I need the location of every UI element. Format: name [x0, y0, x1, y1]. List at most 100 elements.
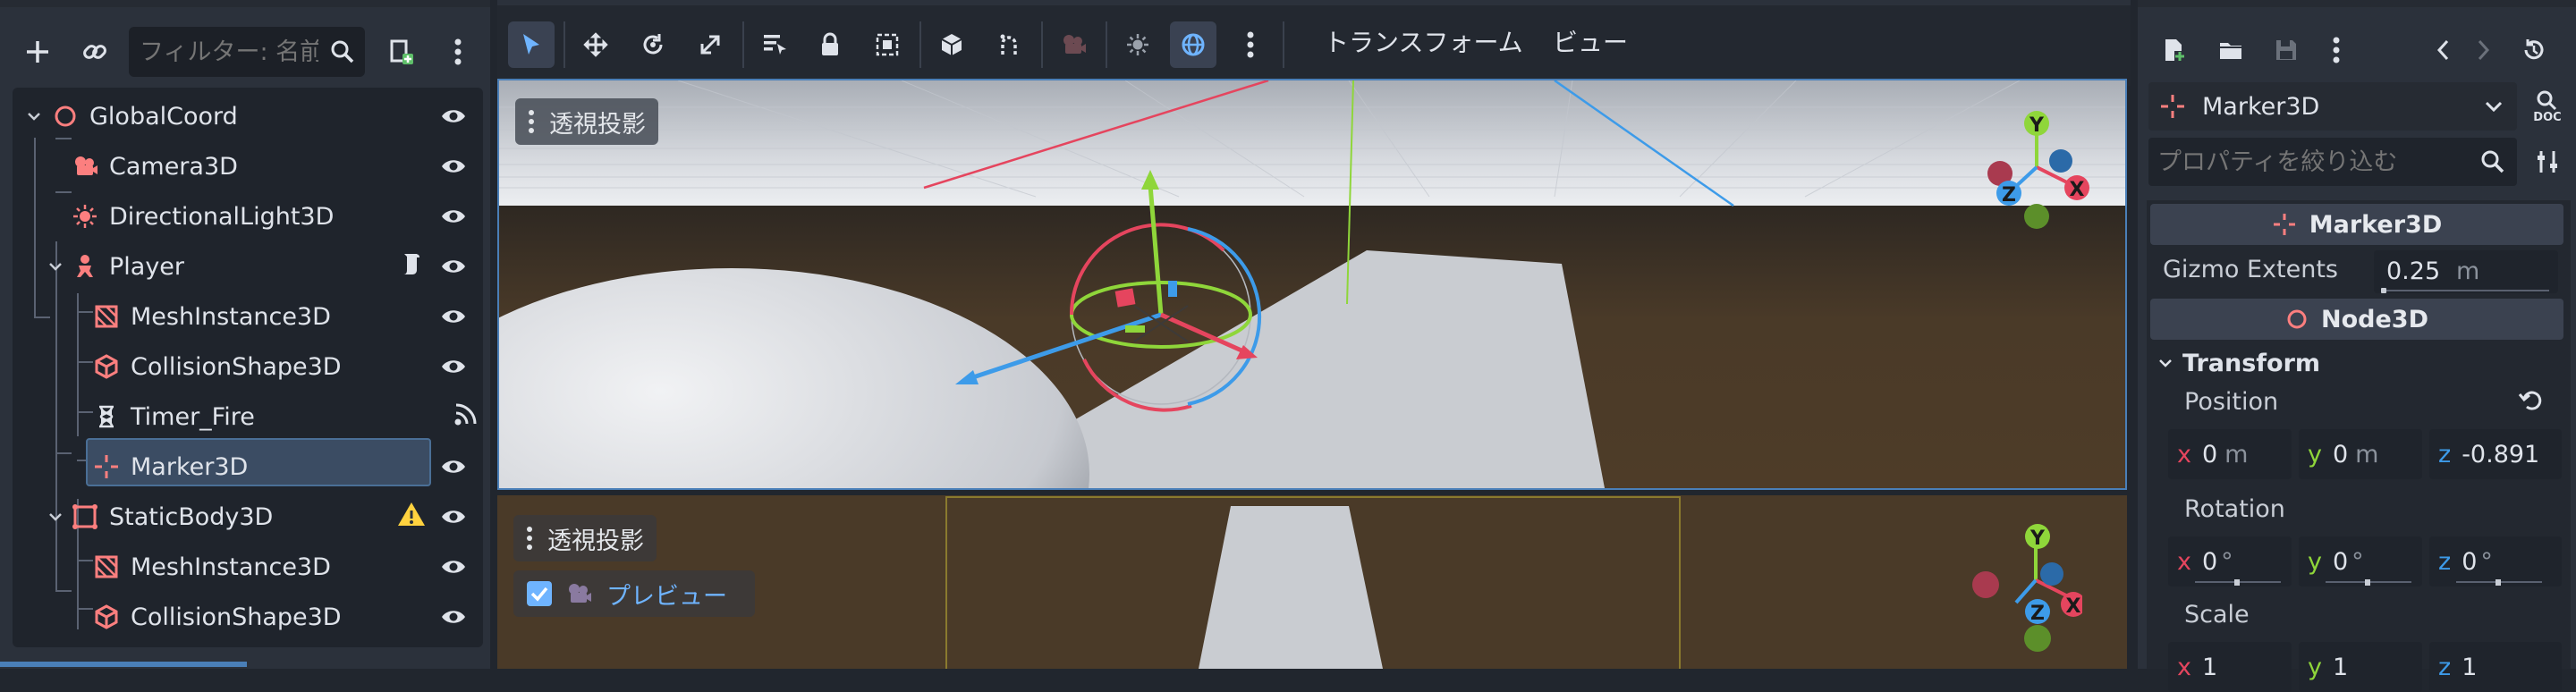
- mesh-icon: [95, 555, 118, 578]
- position-y-field[interactable]: y0m: [2299, 429, 2422, 479]
- mesh-icon: [95, 305, 118, 328]
- chevron-down-icon[interactable]: [25, 107, 43, 125]
- revert-icon[interactable]: [2517, 386, 2546, 415]
- node-selector[interactable]: Marker3D: [2148, 82, 2517, 131]
- scene-menu-button[interactable]: [433, 27, 483, 77]
- visibility-toggle[interactable]: [438, 151, 469, 181]
- scale-z-field[interactable]: z1: [2429, 642, 2562, 692]
- inspector-tools-button[interactable]: [2524, 138, 2571, 186]
- rotation-z-slider-grabber[interactable]: [2496, 579, 2501, 586]
- visibility-toggle[interactable]: [438, 451, 469, 482]
- preview-sun-button[interactable]: [1114, 21, 1161, 68]
- rotation-x-slider-grabber[interactable]: [2234, 579, 2240, 586]
- rotate-mode-button[interactable]: [630, 21, 676, 68]
- viewport-bottom[interactable]: 透視投影 プレビュー Y X Z: [497, 495, 2127, 669]
- dock-tab-strip: [0, 0, 490, 7]
- toolbar-separator: [919, 21, 921, 68]
- rotation-x-field[interactable]: x 0 °: [2168, 536, 2292, 587]
- open-docs-button[interactable]: DOC: [2524, 82, 2571, 131]
- object-history-button[interactable]: [2513, 30, 2553, 70]
- history-back-button[interactable]: [2424, 30, 2463, 70]
- perspective-menu-bottom[interactable]: 透視投影: [513, 515, 657, 561]
- local-space-button[interactable]: [928, 21, 975, 68]
- view-gizmo-bottom[interactable]: Y X Z: [1966, 513, 2082, 665]
- visibility-toggle[interactable]: [438, 351, 469, 382]
- camera-preview-toggle[interactable]: プレビュー: [513, 570, 755, 617]
- dock-scrollbar[interactable]: [0, 662, 247, 667]
- transform-menu[interactable]: トランスフォーム: [1324, 23, 1523, 59]
- viewport-options-button[interactable]: [1227, 21, 1274, 68]
- preview-environment-button[interactable]: [1170, 21, 1216, 68]
- tree-item-staticbody3d[interactable]: StaticBody3D: [47, 494, 273, 540]
- scale-x-field[interactable]: x1: [2168, 642, 2292, 692]
- lock-button[interactable]: [807, 21, 853, 68]
- position-z-field[interactable]: z -0.891: [2429, 429, 2562, 479]
- tree-item-timer-fire[interactable]: Timer_Fire: [93, 393, 255, 440]
- signal-connections-icon[interactable]: [453, 401, 479, 427]
- scale-mode-button[interactable]: [687, 21, 733, 68]
- open-resource-button[interactable]: [2211, 30, 2250, 70]
- gizmo-x-label: X: [2066, 595, 2081, 618]
- camera-icon: [75, 156, 97, 175]
- visibility-toggle[interactable]: [438, 301, 469, 332]
- visibility-toggle[interactable]: [438, 502, 469, 532]
- gizmo-extents-slider-grabber[interactable]: [2381, 288, 2386, 293]
- instance-scene-button[interactable]: [70, 27, 120, 77]
- scene-filter-input[interactable]: [140, 38, 318, 66]
- tree-item-marker3d[interactable]: Marker3D: [93, 443, 248, 490]
- scale-y-field[interactable]: y1: [2299, 642, 2422, 692]
- position-label: Position: [2184, 388, 2279, 416]
- rotation-z-field[interactable]: z 0 °: [2429, 536, 2562, 587]
- chevron-down-icon: [2485, 101, 2503, 113]
- tree-item-meshinstance3d-2[interactable]: MeshInstance3D: [93, 544, 331, 590]
- checkbox-checked-icon[interactable]: [526, 580, 553, 607]
- visibility-toggle[interactable]: [438, 602, 469, 632]
- view-menu[interactable]: ビュー: [1553, 23, 1628, 59]
- tree-item-directionallight3d[interactable]: DirectionalLight3D: [72, 193, 334, 240]
- attach-script-button[interactable]: [376, 27, 426, 77]
- script-icon[interactable]: [397, 250, 426, 279]
- save-resource-button[interactable]: [2267, 30, 2306, 70]
- history-forward-button[interactable]: [2463, 30, 2503, 70]
- chevron-down-icon[interactable]: [47, 508, 64, 526]
- visibility-toggle[interactable]: [438, 251, 469, 282]
- add-node-button[interactable]: [13, 27, 63, 77]
- group-transform[interactable]: Transform: [2150, 345, 2563, 381]
- position-x-field[interactable]: x0m: [2168, 429, 2292, 479]
- tree-item-camera3d[interactable]: Camera3D: [72, 143, 238, 190]
- move-mode-button[interactable]: [572, 21, 619, 68]
- group-button[interactable]: [864, 21, 911, 68]
- visibility-toggle[interactable]: [438, 552, 469, 582]
- list-select-button[interactable]: [751, 21, 798, 68]
- perspective-menu-top[interactable]: 透視投影: [515, 98, 658, 145]
- toolbar-separator: [1106, 21, 1107, 68]
- property-filter-field[interactable]: [2148, 138, 2517, 186]
- tree-item-meshinstance3d[interactable]: MeshInstance3D: [93, 293, 331, 340]
- tree-item-player[interactable]: Player: [47, 243, 184, 290]
- rotation-y-slider-grabber[interactable]: [2365, 579, 2370, 586]
- tree-item-collisionshape3d-2[interactable]: CollisionShape3D: [93, 594, 342, 640]
- rotation-y-field[interactable]: y 0 °: [2299, 536, 2422, 587]
- property-filter-input[interactable]: [2157, 148, 2462, 176]
- inspector-menu-button[interactable]: [2317, 30, 2356, 70]
- eye-icon: [442, 360, 465, 373]
- view-gizmo[interactable]: Y X Z: [1979, 100, 2095, 234]
- warning-icon[interactable]: [397, 501, 426, 527]
- inspector-dock: Marker3D DOC Marker3D Gizmo Extents 0.25…: [2138, 0, 2576, 692]
- chevron-down-icon: [2159, 359, 2172, 367]
- tree-item-collisionshape3d[interactable]: CollisionShape3D: [93, 343, 342, 390]
- camera-preview-button[interactable]: [1050, 21, 1097, 68]
- visibility-toggle[interactable]: [438, 101, 469, 131]
- visibility-toggle[interactable]: [438, 201, 469, 232]
- gizmo-extents-slider-track[interactable]: [2383, 290, 2549, 291]
- tree-item-globalcoord[interactable]: GlobalCoord: [25, 93, 238, 139]
- doc-label: DOC: [2533, 110, 2562, 124]
- gizmo-extents-field[interactable]: 0.25 m: [2374, 250, 2558, 293]
- new-resource-button[interactable]: [2154, 30, 2193, 70]
- snap-button[interactable]: [986, 21, 1032, 68]
- scene-filter-field[interactable]: [129, 27, 365, 77]
- select-mode-button[interactable]: [508, 21, 555, 68]
- scene-tree: GlobalCoord Camera3D DirectionalLight3D …: [13, 88, 483, 647]
- viewport-top[interactable]: 透視投影 Y X Z: [497, 79, 2127, 490]
- chevron-down-icon[interactable]: [47, 257, 64, 275]
